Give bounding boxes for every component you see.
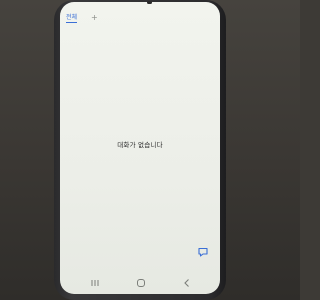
photo-scene: 전체 + 대화가 없습니다: [0, 0, 300, 300]
top-bar: 전체 +: [66, 13, 98, 23]
navigation-bar: [60, 277, 220, 289]
front-camera: [147, 1, 152, 4]
compose-message-icon[interactable]: [197, 246, 209, 258]
back-icon[interactable]: [180, 277, 194, 289]
recent-apps-icon[interactable]: [88, 277, 102, 289]
empty-state-message: 대화가 없습니다: [117, 141, 163, 149]
tab-all[interactable]: 전체: [66, 14, 78, 23]
phone-screen: 전체 + 대화가 없습니다: [60, 2, 220, 294]
home-icon[interactable]: [134, 277, 148, 289]
add-button[interactable]: +: [91, 14, 98, 22]
